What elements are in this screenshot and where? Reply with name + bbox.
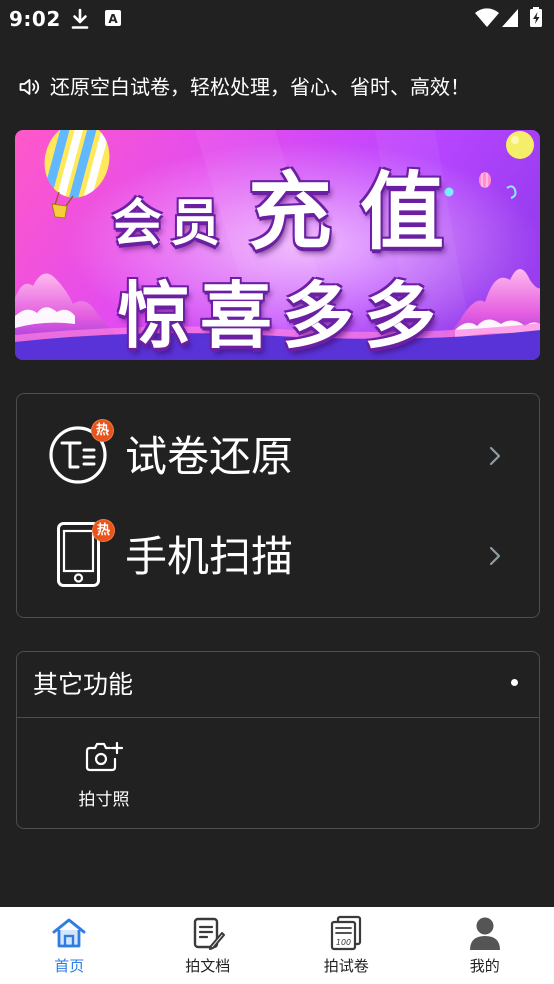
nav-tab-exam[interactable]: 100 拍试卷 xyxy=(277,907,416,984)
main-features-card: 热 试卷还原 热 手机扫描 xyxy=(16,393,540,618)
nav-tab-document[interactable]: 拍文档 xyxy=(139,907,278,984)
nav-label: 拍文档 xyxy=(185,957,231,975)
exam-paper-icon: 100 xyxy=(330,915,362,951)
hot-badge: 热 xyxy=(92,420,113,441)
status-time: 9:02 xyxy=(9,7,61,31)
download-icon xyxy=(71,8,89,29)
other-functions-card: 其它功能 拍寸照 xyxy=(16,651,540,829)
chevron-right-icon xyxy=(489,446,501,466)
wifi-icon xyxy=(475,8,499,27)
camera-plus-icon xyxy=(85,741,124,772)
nav-tab-home[interactable]: 首页 xyxy=(0,907,139,984)
chevron-right-icon xyxy=(489,546,501,566)
nav-label: 拍试卷 xyxy=(323,957,369,975)
feature-exam-restore[interactable]: 热 试卷还原 xyxy=(17,394,539,505)
bottom-navigation: 首页 拍文档 100 拍试卷 我的 xyxy=(0,907,554,984)
section-title: 其它功能 xyxy=(33,670,134,699)
banner-title-large: 充值 xyxy=(248,163,473,261)
document-icon xyxy=(193,917,225,950)
status-bar: 9:02 A xyxy=(0,0,554,38)
nav-label: 首页 xyxy=(54,957,85,975)
home-icon xyxy=(52,918,86,948)
function-label: 拍寸照 xyxy=(78,790,130,810)
feature-label: 手机扫描 xyxy=(125,532,294,581)
banner-title-small: 会员 xyxy=(112,194,228,252)
notice-bar: 还原空白试卷，轻松处理，省心、省时、高效！ xyxy=(0,70,554,104)
svg-text:A: A xyxy=(108,12,118,26)
speaker-icon xyxy=(19,79,40,95)
nav-label: 我的 xyxy=(469,957,500,975)
svg-text:100: 100 xyxy=(336,938,351,947)
divider xyxy=(17,717,539,718)
user-icon xyxy=(469,917,500,950)
function-id-photo[interactable]: 拍寸照 xyxy=(64,724,144,822)
signal-icon xyxy=(502,9,518,27)
banner-subtitle: 惊喜多多 xyxy=(118,274,447,358)
battery-charging-icon xyxy=(530,7,542,27)
app-notification-icon: A xyxy=(105,10,121,26)
feature-phone-scan[interactable]: 热 手机扫描 xyxy=(17,505,539,616)
more-dot-icon[interactable] xyxy=(511,679,518,686)
notice-text: 还原空白试卷，轻松处理，省心、省时、高效！ xyxy=(50,75,470,99)
hot-badge: 热 xyxy=(93,520,114,541)
nav-tab-mine[interactable]: 我的 xyxy=(416,907,554,984)
membership-recharge-banner[interactable]: 会员 充值 惊喜多多 xyxy=(15,130,540,360)
feature-label: 试卷还原 xyxy=(125,432,294,481)
